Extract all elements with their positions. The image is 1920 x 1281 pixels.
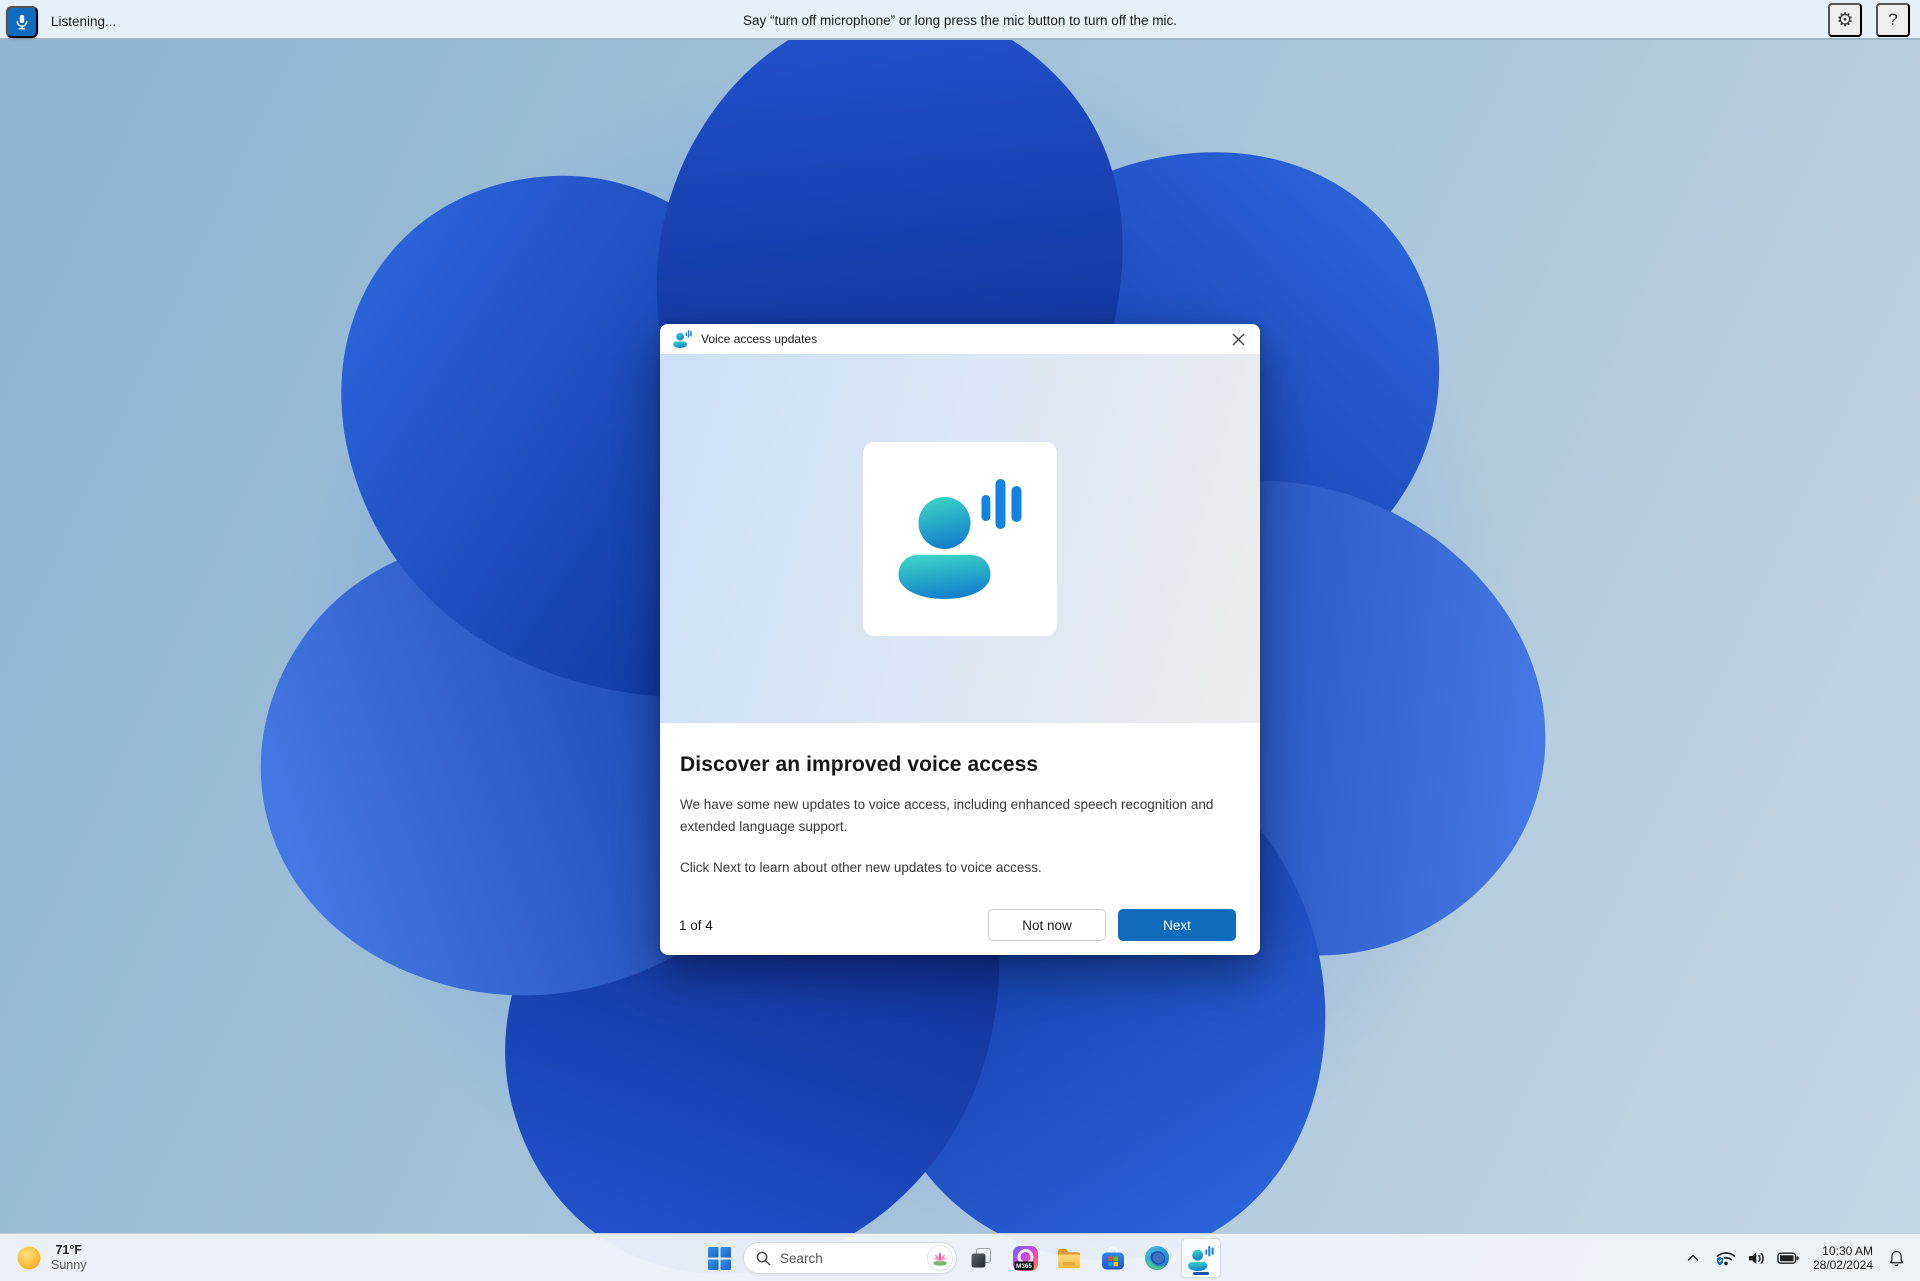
lotus-flower-icon: [931, 1249, 949, 1267]
microsoft-store-button[interactable]: [1093, 1238, 1133, 1278]
dialog-footer: 1 of 4 Not now Next: [660, 909, 1260, 955]
search-highlight-badge: [927, 1245, 953, 1271]
task-view-icon: [969, 1246, 993, 1270]
clock-button[interactable]: 10:30 AM 28/02/2024: [1807, 1244, 1879, 1273]
next-button[interactable]: Next: [1118, 909, 1236, 941]
dialog-paragraph-1: We have some new updates to voice access…: [680, 794, 1240, 837]
search-input[interactable]: [780, 1251, 918, 1266]
weather-widget[interactable]: 71°F Sunny: [6, 1236, 96, 1280]
search-box[interactable]: [743, 1242, 957, 1274]
microphone-button[interactable]: [6, 6, 38, 38]
edge-icon: [1144, 1245, 1170, 1271]
m365-copilot-button[interactable]: M365: [1005, 1238, 1045, 1278]
desktop: Listening... Say “turn off microphone” o…: [0, 0, 1920, 1281]
tray-time: 10:30 AM: [1822, 1244, 1873, 1259]
search-icon: [756, 1251, 771, 1266]
dialog-close-button[interactable]: [1216, 324, 1260, 354]
voice-access-updates-dialog: Voice access updates: [660, 324, 1260, 955]
voice-help-button[interactable]: ?: [1876, 3, 1910, 37]
help-icon: ?: [1888, 10, 1897, 30]
start-button[interactable]: [699, 1238, 739, 1278]
voice-access-app-icon: [673, 330, 692, 348]
file-explorer-icon: [1056, 1245, 1082, 1271]
chevron-up-icon: [1684, 1249, 1702, 1267]
listening-status: Listening...: [51, 14, 116, 29]
microphone-icon: [13, 13, 31, 31]
wifi-shield-icon: [1714, 1246, 1738, 1270]
dialog-titlebar: Voice access updates: [660, 324, 1260, 354]
voice-access-bar: Listening... Say “turn off microphone” o…: [0, 0, 1920, 40]
weather-condition: Sunny: [51, 1258, 86, 1273]
system-tray-status-button[interactable]: [1709, 1238, 1805, 1278]
edge-button[interactable]: [1137, 1238, 1177, 1278]
voice-access-taskbar-button[interactable]: [1181, 1238, 1221, 1278]
dialog-content: Discover an improved voice access We hav…: [660, 753, 1260, 879]
file-explorer-button[interactable]: [1049, 1238, 1089, 1278]
taskbar: 71°F Sunny: [0, 1233, 1920, 1281]
voice-instruction: Say “turn off microphone” or long press …: [0, 0, 1920, 40]
page-indicator: 1 of 4: [679, 918, 713, 933]
close-icon: [1232, 333, 1245, 346]
volume-icon: [1745, 1246, 1769, 1270]
active-app-indicator: [1193, 1272, 1209, 1275]
m365-copilot-icon: M365: [1012, 1245, 1039, 1272]
not-now-button[interactable]: Not now: [988, 909, 1106, 941]
gear-icon: ⚙: [1836, 9, 1853, 32]
svg-text:M365: M365: [1016, 1263, 1032, 1270]
windows-logo-icon: [708, 1247, 731, 1270]
voice-access-taskbar-icon: [1188, 1246, 1214, 1271]
sun-icon: [16, 1245, 42, 1271]
dialog-heading: Discover an improved voice access: [680, 753, 1240, 777]
tray-date: 28/02/2024: [1813, 1258, 1873, 1273]
dialog-paragraph-2: Click Next to learn about other new upda…: [680, 857, 1240, 879]
dialog-hero-illustration: [660, 354, 1260, 723]
task-view-button[interactable]: [961, 1238, 1001, 1278]
voice-settings-button[interactable]: ⚙: [1828, 3, 1862, 37]
microsoft-store-icon: [1100, 1245, 1126, 1271]
tray-overflow-button[interactable]: [1679, 1238, 1707, 1278]
battery-icon: [1776, 1246, 1800, 1270]
dialog-title: Voice access updates: [701, 332, 817, 346]
bell-icon: [1886, 1248, 1907, 1269]
notification-bell-button[interactable]: [1881, 1238, 1912, 1278]
voice-access-logo-card: [863, 442, 1057, 636]
voice-access-logo: [898, 479, 1023, 599]
weather-temperature: 71°F: [51, 1243, 86, 1258]
